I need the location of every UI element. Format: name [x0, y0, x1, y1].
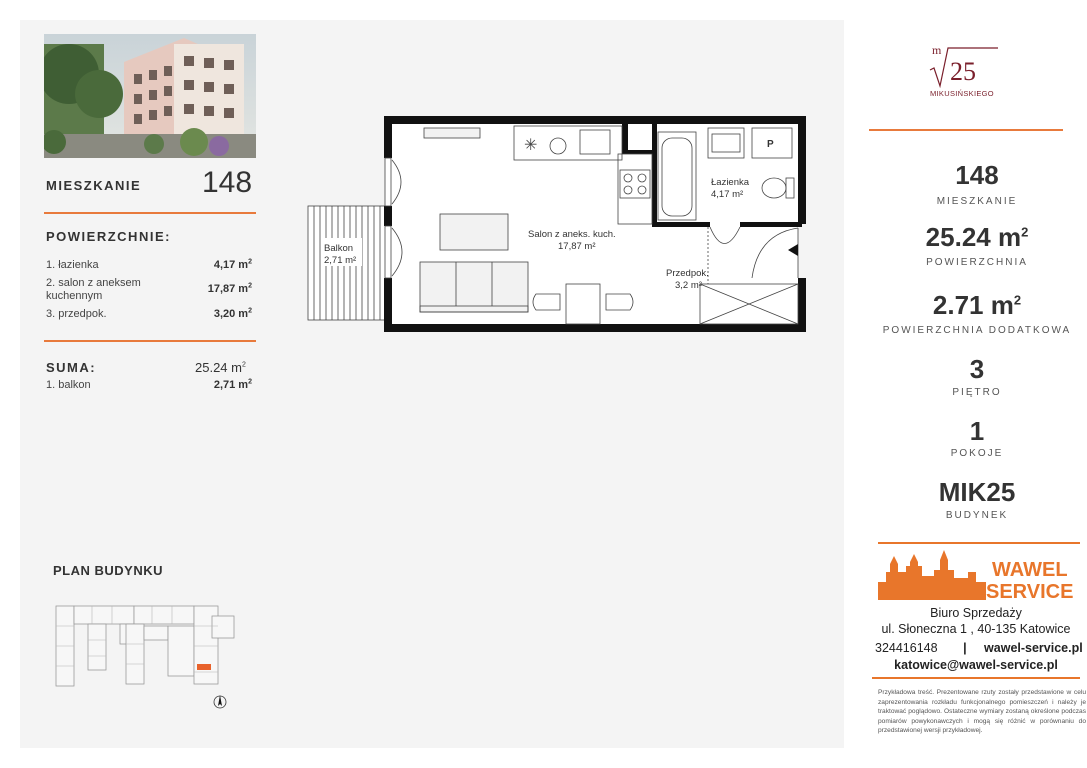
living-area-label: 17,87 m²	[558, 241, 596, 252]
building-photo	[44, 34, 256, 158]
bathroom-area-label: 4,17 m²	[711, 189, 743, 200]
apartment-label: MIESZKANIE	[46, 178, 142, 193]
stat-floor-value: 3	[969, 354, 985, 384]
room-row: 2. salon z aneksem kuchennym 17,87 m2	[46, 277, 254, 305]
wardrobe-letter: P	[767, 139, 774, 150]
office-contact-row: 324416148 | wawel-service.pl	[875, 641, 1085, 655]
hall-name-label: Przedpok.	[666, 268, 709, 279]
balcony-area-label: 2,71 m²	[324, 255, 356, 266]
floor-plan: ✳ Balkon 2,71 m² Salon z aneks. kuch. 17…	[300, 110, 830, 355]
building-plan	[52, 596, 257, 721]
north-arrow-icon	[213, 695, 227, 709]
stat-extra-area-label: POWIERZCHNIA DODATKOWA	[882, 325, 1072, 336]
stat-building-label: BUDYNEK	[945, 510, 1009, 521]
room-area: 4,17 m2	[213, 258, 252, 271]
disclaimer: Przykładowa treść. Prezentowane rzuty zo…	[878, 689, 1086, 734]
stat-apartment-label: MIESZKANIE	[936, 196, 1018, 207]
contact-separator: |	[963, 641, 967, 655]
divider	[44, 340, 256, 342]
balcony-name: 1. balkon	[46, 379, 91, 391]
room-name: 2. salon z aneksem kuchennym	[46, 277, 141, 302]
office-phone[interactable]: 324416148	[875, 641, 938, 655]
room-name: 1. łazienka	[46, 259, 99, 271]
agency-name-line1: WAWEL	[992, 559, 1068, 581]
stat-rooms-label: POKOJE	[950, 448, 1004, 459]
stat-area-value: 25.24 m2	[925, 222, 1029, 252]
divider	[869, 129, 1063, 131]
office-email[interactable]: katowice@wawel-service.pl	[870, 658, 1082, 672]
stat-rooms-value: 1	[969, 416, 985, 446]
stat-floor-label: PIĘTRO	[952, 387, 1002, 398]
room-area: 17,87 m2	[207, 282, 252, 295]
rooms-title: POWIERZCHNIE:	[46, 229, 171, 244]
balcony-area: 2,71 m2	[213, 378, 252, 391]
cooktop-icon: ✳	[524, 135, 537, 154]
apartment-location-marker	[197, 664, 211, 670]
logo-superscript: m	[932, 43, 942, 57]
sum-label: SUMA:	[46, 360, 97, 375]
apartment-number: 148	[202, 166, 253, 199]
stat-area-label: POWIERZCHNIA	[926, 257, 1028, 268]
office-website[interactable]: wawel-service.pl	[984, 641, 1083, 655]
logo-number: 25	[950, 57, 976, 86]
divider	[44, 212, 256, 214]
sum-value: 25.24 m2	[195, 360, 246, 375]
office-title: Biuro Sprzedaży	[930, 606, 1022, 620]
agency-logo: WAWEL SERVICE	[878, 542, 1080, 607]
development-logo: m 25 MIKUSIŃSKIEGO	[924, 40, 1004, 105]
living-name-label: Salon z aneks. kuch.	[528, 229, 616, 240]
room-name: 3. przedpok.	[46, 308, 107, 320]
building-plan-title: PLAN BUDYNKU	[53, 563, 163, 578]
stat-apartment-value: 148	[955, 160, 999, 190]
office-address: ul. Słoneczna 1 , 40-135 Katowice	[881, 622, 1071, 636]
divider	[872, 677, 1080, 679]
logo-caption: MIKUSIŃSKIEGO	[930, 89, 994, 98]
bathroom-name-label: Łazienka	[711, 177, 750, 188]
stat-building-value: MIK25	[938, 477, 1016, 507]
room-area: 3,20 m2	[213, 307, 252, 320]
balcony-name-label: Balkon	[324, 243, 353, 254]
agency-name-line2: SERVICE	[986, 581, 1073, 602]
stat-extra-area-value: 2.71 m2	[932, 290, 1022, 320]
hall-area-label: 3,2 m²	[675, 280, 702, 291]
